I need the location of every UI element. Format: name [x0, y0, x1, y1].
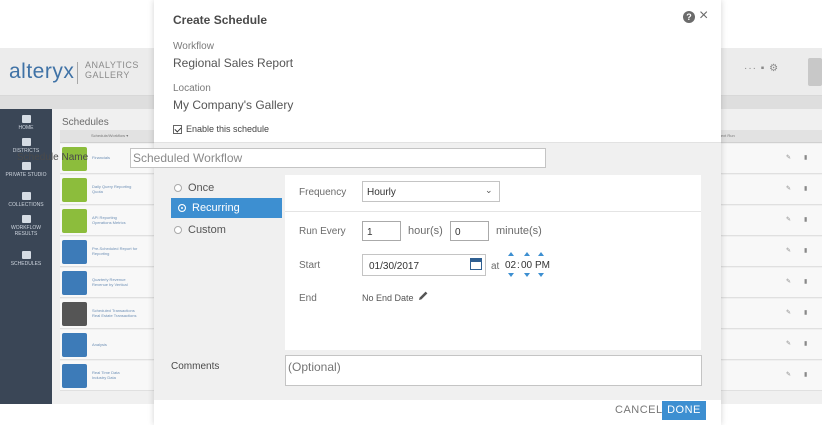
hours-up-icon[interactable]: [508, 252, 514, 256]
schedule-name-label: Schedule Name: [17, 152, 89, 163]
row-thumbnail: [62, 333, 87, 357]
radio-once-circle[interactable]: [174, 184, 182, 192]
row-thumbnail: [62, 209, 87, 233]
hours-down-icon[interactable]: [508, 273, 514, 277]
run-every-hours-input[interactable]: 1: [362, 221, 401, 241]
collections-icon: [21, 192, 31, 200]
row-title: Real Time Data Industry Data: [92, 370, 120, 380]
logo-sub-line1: ANALYTICS: [85, 60, 139, 70]
start-ampm[interactable]: PM: [535, 260, 550, 271]
app-logo-subtitle: ANALYTICS GALLERY: [85, 60, 139, 80]
radio-recurring-label: Recurring: [192, 202, 240, 214]
row-thumbnail: [62, 364, 87, 388]
districts-icon: [21, 138, 31, 146]
row-actions: ✎▮: [786, 310, 821, 316]
logo-separator: [77, 62, 78, 84]
row-title: Scheduled Transactions Real Estate Transa…: [92, 308, 137, 318]
minutes-down-icon[interactable]: [524, 273, 530, 277]
avatar: [808, 58, 822, 86]
panel-divider: [285, 211, 701, 212]
logo-sub-line2: GALLERY: [85, 70, 130, 80]
column-header-workflow: Schedule/Workflow ▾: [91, 133, 129, 138]
done-button[interactable]: DONE: [662, 401, 706, 420]
row-thumbnail: [62, 240, 87, 264]
run-every-minutes-input[interactable]: 0: [450, 221, 489, 241]
row-actions: ✎▮: [786, 341, 821, 347]
row-title: Analysis: [92, 342, 107, 347]
end-date-value: No End Date: [362, 293, 414, 303]
radio-custom-circle[interactable]: [174, 226, 182, 234]
frequency-select[interactable]: Hourly: [362, 181, 500, 202]
row-actions: ✎▮: [786, 279, 821, 285]
frequency-label: Frequency: [299, 187, 347, 198]
radio-once-label: Once: [188, 182, 215, 194]
radio-custom[interactable]: Custom: [174, 220, 226, 240]
row-actions: ✎▮: [786, 372, 821, 378]
start-label: Start: [299, 260, 321, 271]
calendar-icon[interactable]: [470, 258, 482, 270]
row-thumbnail: [62, 302, 87, 326]
close-icon[interactable]: ×: [699, 7, 708, 25]
time-colon: :: [517, 260, 520, 271]
start-minutes[interactable]: 00: [521, 260, 532, 271]
row-title: Pre-Scheduled Report for Reporting: [92, 246, 138, 256]
minutes-unit-label: minute(s): [496, 225, 542, 237]
pencil-icon[interactable]: [418, 290, 429, 301]
schedules-icon: [21, 251, 31, 259]
dialog-title: Create Schedule: [173, 13, 268, 27]
header-actions: ··· ▪ ⚙: [744, 63, 780, 74]
radio-recurring[interactable]: Recurring: [171, 198, 282, 218]
row-actions: ✎▮: [786, 217, 821, 223]
comments-input[interactable]: [285, 355, 702, 386]
enable-schedule-checkbox[interactable]: [173, 124, 182, 134]
app-logo: alteryx: [9, 60, 75, 83]
home-icon: [21, 115, 31, 123]
workflow-results-icon: [21, 215, 31, 223]
chevron-down-icon[interactable]: ⌄: [485, 185, 493, 196]
comments-label: Comments: [171, 361, 220, 372]
location-label: Location: [173, 83, 211, 94]
row-title: API Reporting Operations Metrics: [92, 215, 126, 225]
row-title: Daily Query Reporting Quota: [92, 184, 132, 194]
studio-icon: [21, 162, 31, 170]
end-label: End: [299, 293, 317, 304]
sidebar-item-schedules: SCHEDULES: [0, 251, 52, 267]
radio-recurring-circle[interactable]: [178, 204, 186, 212]
enable-schedule-row[interactable]: Enable this schedule: [173, 123, 269, 135]
workflow-label: Workflow: [173, 41, 214, 52]
help-icon[interactable]: ?: [683, 11, 695, 23]
sidebar-item-studio: PRIVATE STUDIO: [0, 162, 52, 178]
run-every-label: Run Every: [299, 226, 346, 237]
schedule-name-input[interactable]: [130, 148, 546, 168]
page-title: Schedules: [62, 117, 109, 128]
radio-once[interactable]: Once: [174, 178, 214, 198]
row-thumbnail: [62, 271, 87, 295]
row-actions: ✎▮: [786, 155, 821, 161]
sidebar-item-collections: COLLECTIONS: [0, 192, 52, 208]
start-hours[interactable]: 02: [505, 260, 516, 271]
at-label: at: [491, 261, 500, 272]
row-title: Quarterly Revenue Revenue by Vertical: [92, 277, 128, 287]
minutes-up-icon[interactable]: [524, 252, 530, 256]
sidebar-item-workflow-results: WORKFLOW RESULTS: [0, 215, 52, 237]
row-actions: ✎▮: [786, 186, 821, 192]
workflow-value: Regional Sales Report: [173, 56, 294, 70]
hours-unit-label: hour(s): [408, 225, 443, 237]
ampm-down-icon[interactable]: [538, 273, 544, 277]
row-thumbnail: [62, 178, 87, 202]
start-date-input[interactable]: 01/30/2017: [362, 254, 486, 276]
row-actions: ✎▮: [786, 248, 821, 254]
radio-custom-label: Custom: [188, 224, 226, 236]
location-value: My Company's Gallery: [173, 98, 294, 112]
enable-schedule-label: Enable this schedule: [186, 124, 270, 134]
ampm-up-icon[interactable]: [538, 252, 544, 256]
cancel-button[interactable]: CANCEL: [613, 401, 665, 420]
sidebar-item-home: HOME: [0, 115, 52, 131]
